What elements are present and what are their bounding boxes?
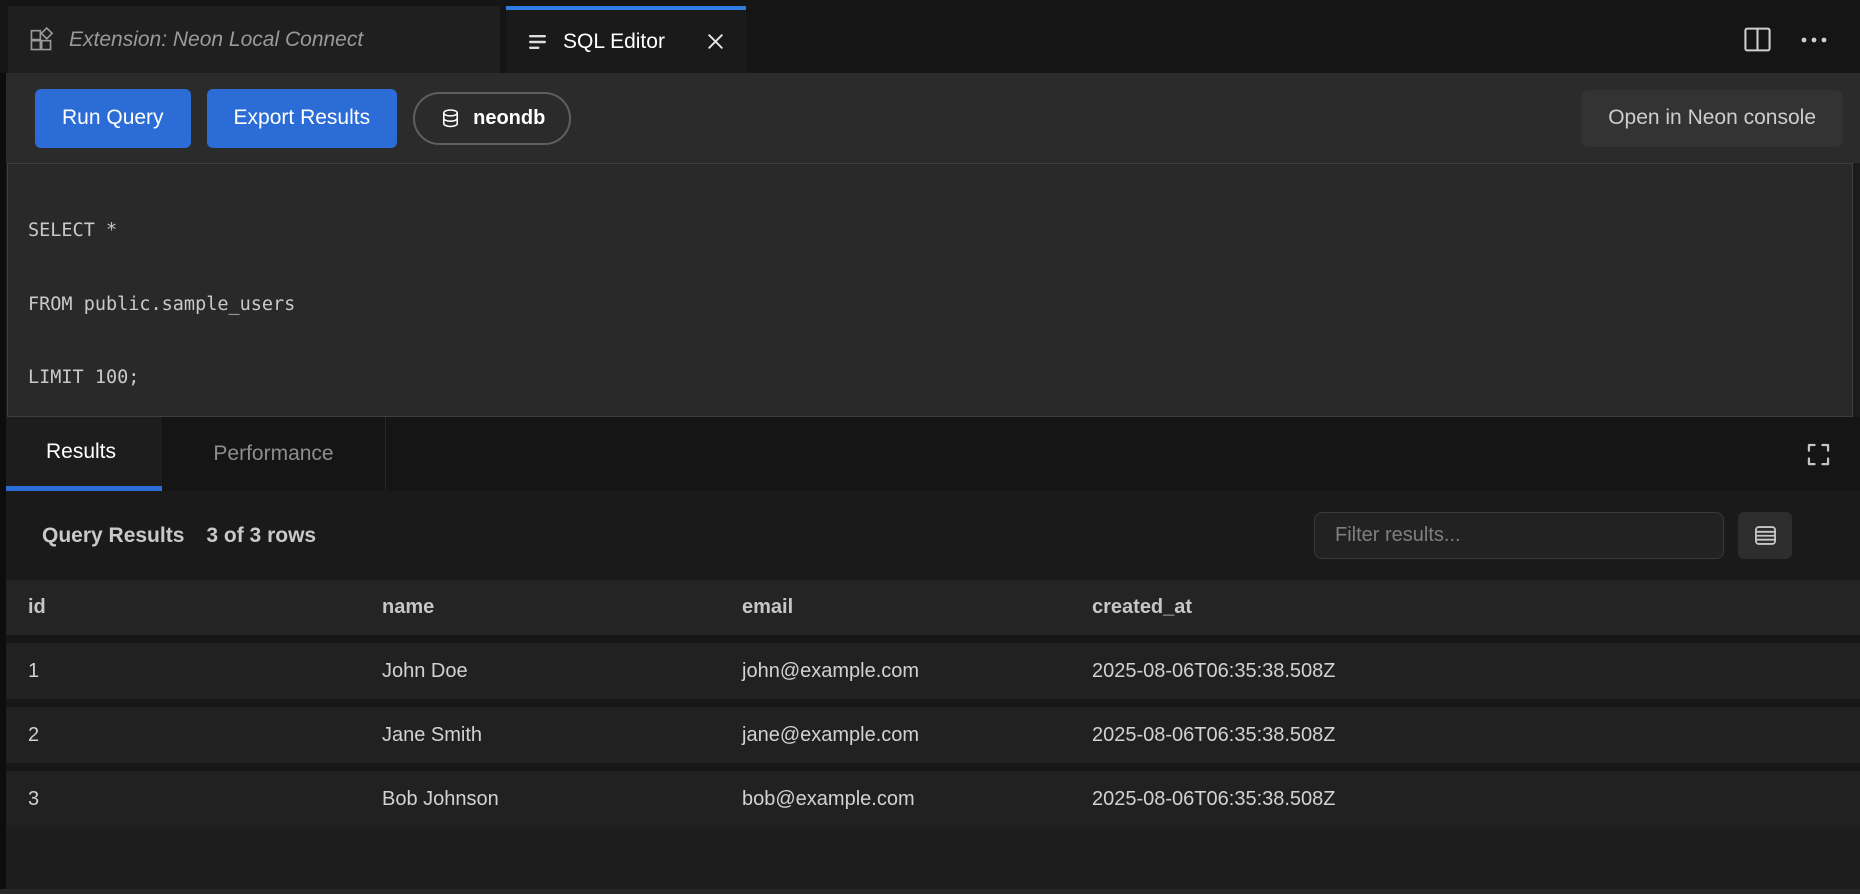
results-tab-bar: Results Performance	[0, 417, 1860, 491]
sql-editor-textarea[interactable]: SELECT * FROM public.sample_users LIMIT …	[7, 163, 1853, 417]
sql-line: SELECT *	[28, 219, 1852, 244]
run-query-button[interactable]: Run Query	[35, 89, 191, 148]
cell-id: 3	[28, 788, 382, 811]
row-view-button[interactable]	[1738, 512, 1792, 559]
export-results-button[interactable]: Export Results	[207, 89, 398, 148]
sql-line: LIMIT 100;	[28, 366, 1852, 391]
sql-line: FROM public.sample_users	[28, 293, 1852, 318]
filter-results-input[interactable]	[1314, 512, 1724, 559]
more-actions-icon[interactable]	[1800, 36, 1828, 44]
cell-created-at: 2025-08-06T06:35:38.508Z	[1092, 724, 1860, 747]
cell-id: 1	[28, 660, 382, 683]
editor-tab-bar: Extension: Neon Local Connect SQL Editor	[0, 0, 1860, 73]
database-selector-pill[interactable]: neondb	[413, 92, 571, 145]
table-row[interactable]: 1 John Doe john@example.com 2025-08-06T0…	[0, 643, 1860, 699]
tab-label: Extension: Neon Local Connect	[69, 28, 363, 52]
tab-sql-editor[interactable]: SQL Editor	[506, 6, 746, 73]
panel-left-border	[0, 73, 6, 894]
split-editor-icon[interactable]	[1743, 26, 1772, 53]
table-header-row: id name email created_at	[0, 580, 1860, 635]
database-icon	[439, 106, 462, 131]
tab-results[interactable]: Results	[0, 417, 162, 491]
rows-icon	[1752, 522, 1779, 549]
query-results-header: Query Results 3 of 3 rows	[0, 491, 1860, 580]
cell-name: Jane Smith	[382, 724, 742, 747]
query-results-title: Query Results	[42, 524, 184, 548]
tab-performance[interactable]: Performance	[162, 417, 386, 491]
column-header-created-at[interactable]: created_at	[1092, 596, 1860, 619]
cell-created-at: 2025-08-06T06:35:38.508Z	[1092, 660, 1860, 683]
table-body: 1 John Doe john@example.com 2025-08-06T0…	[0, 635, 1860, 827]
extension-icon	[28, 27, 54, 53]
cell-name: Bob Johnson	[382, 788, 742, 811]
cell-name: John Doe	[382, 660, 742, 683]
cell-email: bob@example.com	[742, 788, 1092, 811]
sql-editor-band: SELECT * FROM public.sample_users LIMIT …	[0, 163, 1860, 417]
row-count-badge: 3 of 3 rows	[206, 524, 316, 548]
tab-label: SQL Editor	[563, 30, 665, 54]
tab-extension-neon-local-connect[interactable]: Extension: Neon Local Connect	[8, 6, 500, 73]
editor-actions	[1743, 6, 1860, 73]
database-name: neondb	[473, 107, 545, 130]
panel-bottom-border	[0, 889, 1860, 894]
close-tab-icon[interactable]	[705, 31, 726, 52]
open-in-neon-console-button[interactable]: Open in Neon console	[1581, 90, 1843, 147]
list-lines-icon	[526, 30, 550, 54]
column-header-email[interactable]: email	[742, 596, 1092, 619]
column-header-name[interactable]: name	[382, 596, 742, 619]
column-header-id[interactable]: id	[28, 596, 382, 619]
expand-panel-icon[interactable]	[1805, 441, 1832, 468]
query-toolbar: Run Query Export Results neondb Open in …	[0, 73, 1860, 163]
cell-created-at: 2025-08-06T06:35:38.508Z	[1092, 788, 1860, 811]
table-row[interactable]: 2 Jane Smith jane@example.com 2025-08-06…	[0, 707, 1860, 763]
cell-email: john@example.com	[742, 660, 1092, 683]
cell-id: 2	[28, 724, 382, 747]
results-table: id name email created_at 1 John Doe john…	[0, 580, 1860, 894]
table-row[interactable]: 3 Bob Johnson bob@example.com 2025-08-06…	[0, 771, 1860, 827]
cell-email: jane@example.com	[742, 724, 1092, 747]
